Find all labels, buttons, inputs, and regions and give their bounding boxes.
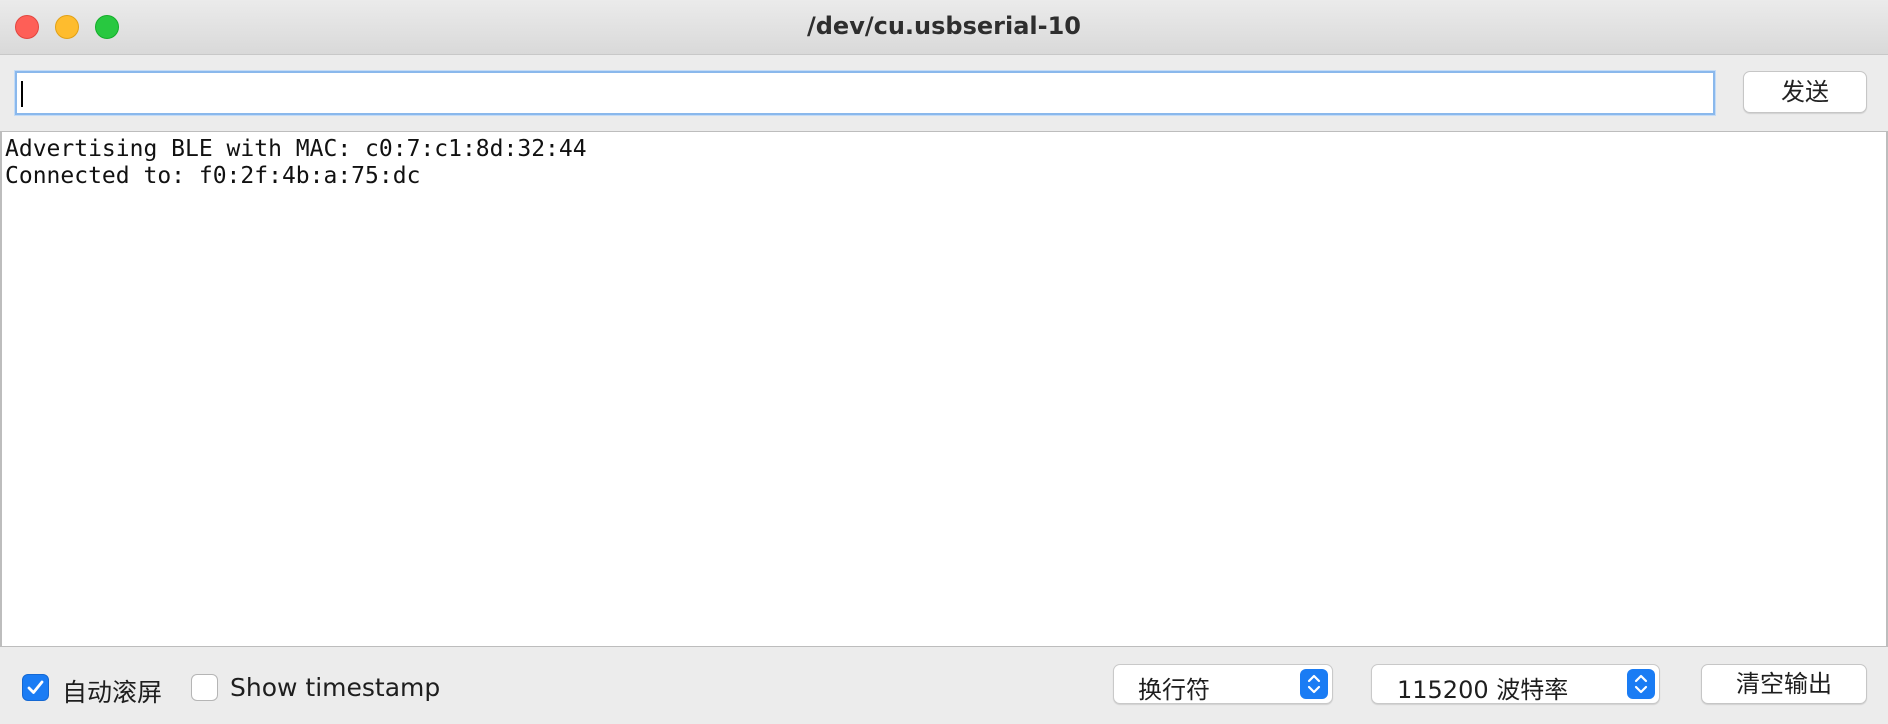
send-button[interactable]: 发送	[1743, 71, 1867, 113]
send-input[interactable]	[15, 71, 1715, 115]
autoscroll-checkbox[interactable]	[22, 674, 49, 701]
checkmark-icon	[27, 680, 44, 694]
show-timestamp-label[interactable]: Show timestamp	[230, 673, 440, 702]
select-arrows-icon	[1300, 669, 1328, 699]
serial-output[interactable]: Advertising BLE with MAC: c0:7:c1:8d:32:…	[0, 131, 1888, 647]
title-bar[interactable]: /dev/cu.usbserial-10	[0, 0, 1888, 55]
line-ending-select[interactable]: 换行符	[1113, 664, 1333, 704]
output-line: Connected to: f0:2f:4b:a:75:dc	[5, 163, 421, 189]
output-line: Advertising BLE with MAC: c0:7:c1:8d:32:…	[5, 136, 587, 162]
clear-output-button[interactable]: 清空输出	[1701, 664, 1867, 704]
text-caret	[21, 81, 23, 107]
line-ending-value: 换行符	[1138, 676, 1210, 704]
baud-rate-value: 115200 波特率	[1397, 676, 1569, 704]
show-timestamp-checkbox[interactable]	[191, 674, 218, 701]
window-title: /dev/cu.usbserial-10	[806, 12, 1082, 40]
baud-rate-select[interactable]: 115200 波特率	[1371, 664, 1660, 704]
autoscroll-label[interactable]: 自动滚屏	[62, 673, 162, 709]
serial-monitor-window: /dev/cu.usbserial-10 发送 Advertising BLE …	[0, 0, 1888, 724]
select-arrows-icon	[1627, 669, 1655, 699]
